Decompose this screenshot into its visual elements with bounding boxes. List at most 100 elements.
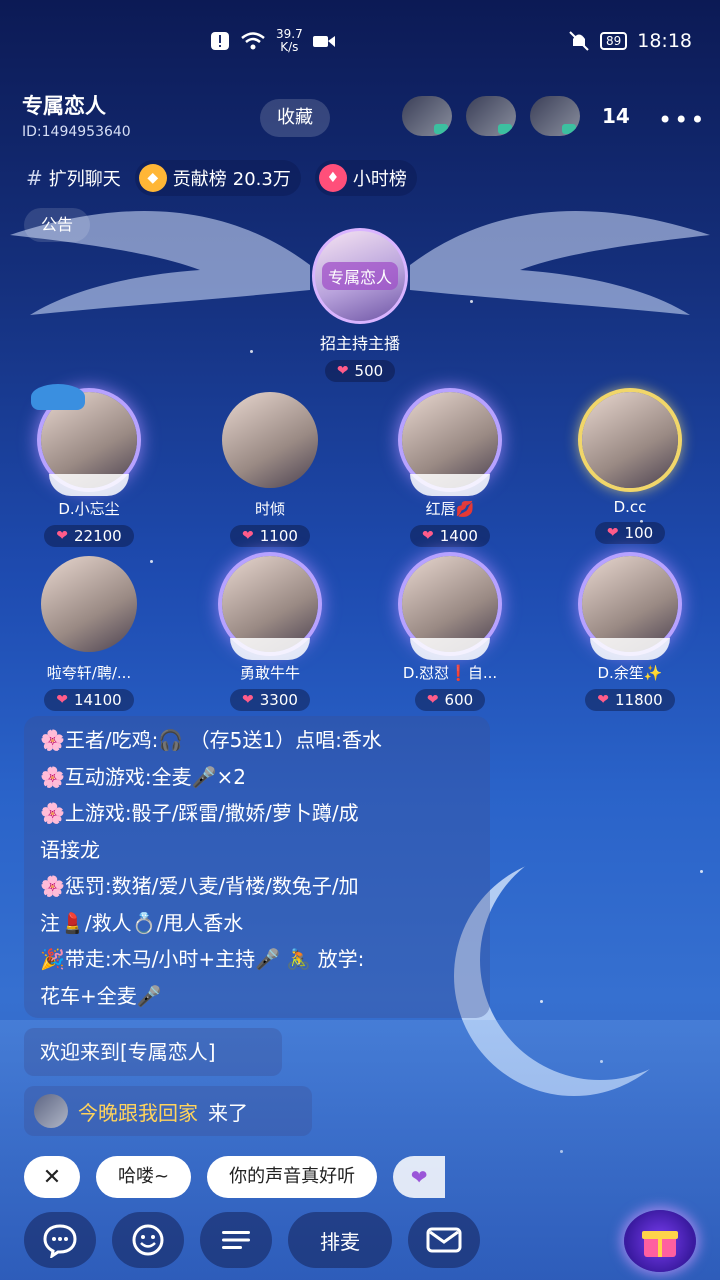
seat-name: 啦夸轩/聘/...	[46, 664, 132, 682]
seat-name: D.余笙✨	[597, 664, 663, 682]
mic-seat-3[interactable]: 红唇💋 ❤ 1400	[375, 392, 525, 547]
seat-avatar	[41, 556, 137, 652]
video-camera-icon	[312, 36, 335, 47]
seat-hearts-value: 600	[444, 691, 474, 709]
quick-reply-chip[interactable]: 你的声音真好听	[207, 1156, 378, 1198]
seat-heart-count: ❤ 600	[414, 689, 486, 711]
seat-avatar	[222, 556, 318, 660]
announcement-line: 🌸互动游戏:全麦🎤×2	[40, 764, 247, 789]
mic-seat-1[interactable]: D.小忘尘 ❤ 22100	[14, 384, 164, 547]
seat-avatar	[582, 556, 678, 660]
heart-icon: ❤	[56, 692, 68, 708]
mic-seat-6[interactable]: 勇敢牛牛 ❤ 3300	[195, 556, 345, 711]
seat-name: 红唇💋	[425, 500, 475, 518]
heart-icon: ❤	[606, 525, 619, 541]
more-options-icon[interactable]: •••	[658, 106, 706, 134]
audience-avatar[interactable]	[466, 96, 516, 136]
menu-lines-icon	[222, 1231, 250, 1249]
join-action: 来了	[208, 1100, 248, 1125]
chat-bubble-icon	[43, 1224, 77, 1258]
category-label: 扩列聊天	[48, 169, 121, 190]
audience-avatar[interactable]	[402, 96, 452, 136]
audience-avatar[interactable]	[530, 96, 580, 136]
join-message: 今晚跟我回家 来了	[24, 1086, 312, 1136]
close-quick-replies-button[interactable]: ✕	[24, 1156, 80, 1198]
seat-avatar	[582, 392, 678, 488]
mic-seat-4[interactable]: D.cc ❤ 100	[555, 392, 705, 544]
battery-indicator: 89	[599, 32, 628, 50]
announcement-line: 🌸王者/吃鸡:🎧 （存5送1）点唱:香水	[40, 728, 382, 752]
chat-button[interactable]	[24, 1212, 96, 1268]
seat-hearts-value: 11800	[615, 691, 663, 709]
seat-name: D.cc	[613, 498, 647, 516]
gift-button[interactable]	[624, 1210, 696, 1272]
moon-decoration	[480, 840, 720, 1080]
room-id: ID:1494953640	[22, 124, 131, 140]
heart-icon: ❤	[242, 692, 254, 708]
heart-icon: ❤	[242, 528, 254, 544]
heart-quick-reply-icon[interactable]: ❤	[393, 1156, 446, 1198]
messages-button[interactable]	[408, 1212, 480, 1268]
status-bar: 39.7 K/s 89 18:18	[0, 0, 720, 80]
seat-avatar	[222, 392, 318, 488]
wifi-icon	[241, 32, 265, 50]
seat-heart-count: ❤ 100	[594, 522, 666, 544]
contribution-value: 20.3万	[232, 169, 291, 190]
seat-hearts-value: 14100	[74, 691, 122, 709]
seat-hearts-value: 100	[624, 524, 654, 542]
mic-seat-8[interactable]: D.余笙✨ ❤ 11800	[555, 556, 705, 711]
seat-avatar	[402, 392, 498, 496]
quick-reply-chip[interactable]: 哈喽~	[96, 1156, 192, 1198]
heart-icon: ❤	[336, 363, 349, 379]
quick-replies-row: ✕ 哈喽~ 你的声音真好听 ❤	[24, 1156, 446, 1198]
hashtag-icon: #	[26, 166, 43, 190]
mic-seat-2[interactable]: 时倾 ❤ 1100	[195, 392, 345, 547]
seat-heart-count: ❤ 11800	[585, 689, 675, 711]
hourly-board[interactable]: ♦ 小时榜	[314, 160, 417, 196]
seat-name: D.怼怼❗自...	[402, 664, 498, 682]
favorite-button[interactable]: 收藏	[260, 99, 330, 137]
hat-decoration	[31, 384, 85, 410]
host-seat[interactable]: 专属恋人 招主持主播 ❤ 500	[280, 228, 440, 382]
top-audience-avatars	[402, 96, 580, 136]
announcement-line: 🎉带走:木马/小时+主持🎤 🚴 放学:	[40, 947, 365, 971]
emoji-icon	[132, 1224, 164, 1256]
mic-seat-5[interactable]: 啦夸轩/聘/... ❤ 14100	[14, 556, 164, 711]
online-count[interactable]: 14	[602, 104, 630, 128]
network-speed-unit: K/s	[280, 40, 299, 54]
menu-button[interactable]	[200, 1212, 272, 1268]
clock: 18:18	[637, 30, 692, 52]
seat-name: 勇敢牛牛	[239, 664, 300, 682]
hourly-label: 小时榜	[352, 169, 407, 190]
mute-bell-icon	[569, 31, 589, 51]
room-tags-row: # 扩列聊天 ◆ 贡献榜 20.3万 ♦ 小时榜	[26, 160, 417, 196]
seat-heart-count: ❤ 22100	[44, 525, 134, 547]
mail-icon	[426, 1227, 462, 1253]
join-username[interactable]: 今晚跟我回家	[78, 1097, 198, 1126]
bottom-toolbar: 排麦	[24, 1212, 480, 1268]
announcement-line: 🌸上游戏:骰子/踩雷/撒娇/萝卜蹲/成	[40, 801, 359, 825]
status-left: 39.7 K/s	[210, 28, 335, 54]
contribution-label: 贡献榜	[172, 169, 227, 190]
host-name: 招主持主播	[319, 334, 400, 353]
seat-hearts-value: 22100	[74, 527, 122, 545]
network-speed: 39.7 K/s	[276, 28, 303, 54]
seat-avatar	[31, 384, 137, 496]
room-info[interactable]: 专属恋人 ID:1494953640	[22, 90, 232, 142]
mic-seat-7[interactable]: D.怼怼❗自... ❤ 600	[375, 556, 525, 711]
announcement-line: 🌸惩罚:数猪/爱八麦/背楼/数兔子/加	[40, 874, 359, 898]
host-avatar: 专属恋人	[312, 228, 408, 324]
announcement-line: 语接龙	[40, 837, 100, 862]
seat-name: D.小忘尘	[58, 500, 120, 518]
diamond-icon: ◆	[138, 164, 167, 192]
seat-hearts-value: 3300	[259, 691, 298, 709]
category-tag: # 扩列聊天	[26, 165, 121, 191]
notice-button[interactable]: 公告	[24, 208, 90, 242]
seat-heart-count: ❤ 1100	[230, 525, 310, 547]
join-user-avatar[interactable]	[34, 1094, 68, 1128]
queue-mic-button[interactable]: 排麦	[288, 1212, 392, 1268]
welcome-message: 欢迎来到[专属恋人]	[24, 1028, 282, 1076]
emoji-button[interactable]	[112, 1212, 184, 1268]
contribution-board[interactable]: ◆ 贡献榜 20.3万	[134, 160, 301, 196]
seat-hearts-value: 1100	[259, 527, 298, 545]
